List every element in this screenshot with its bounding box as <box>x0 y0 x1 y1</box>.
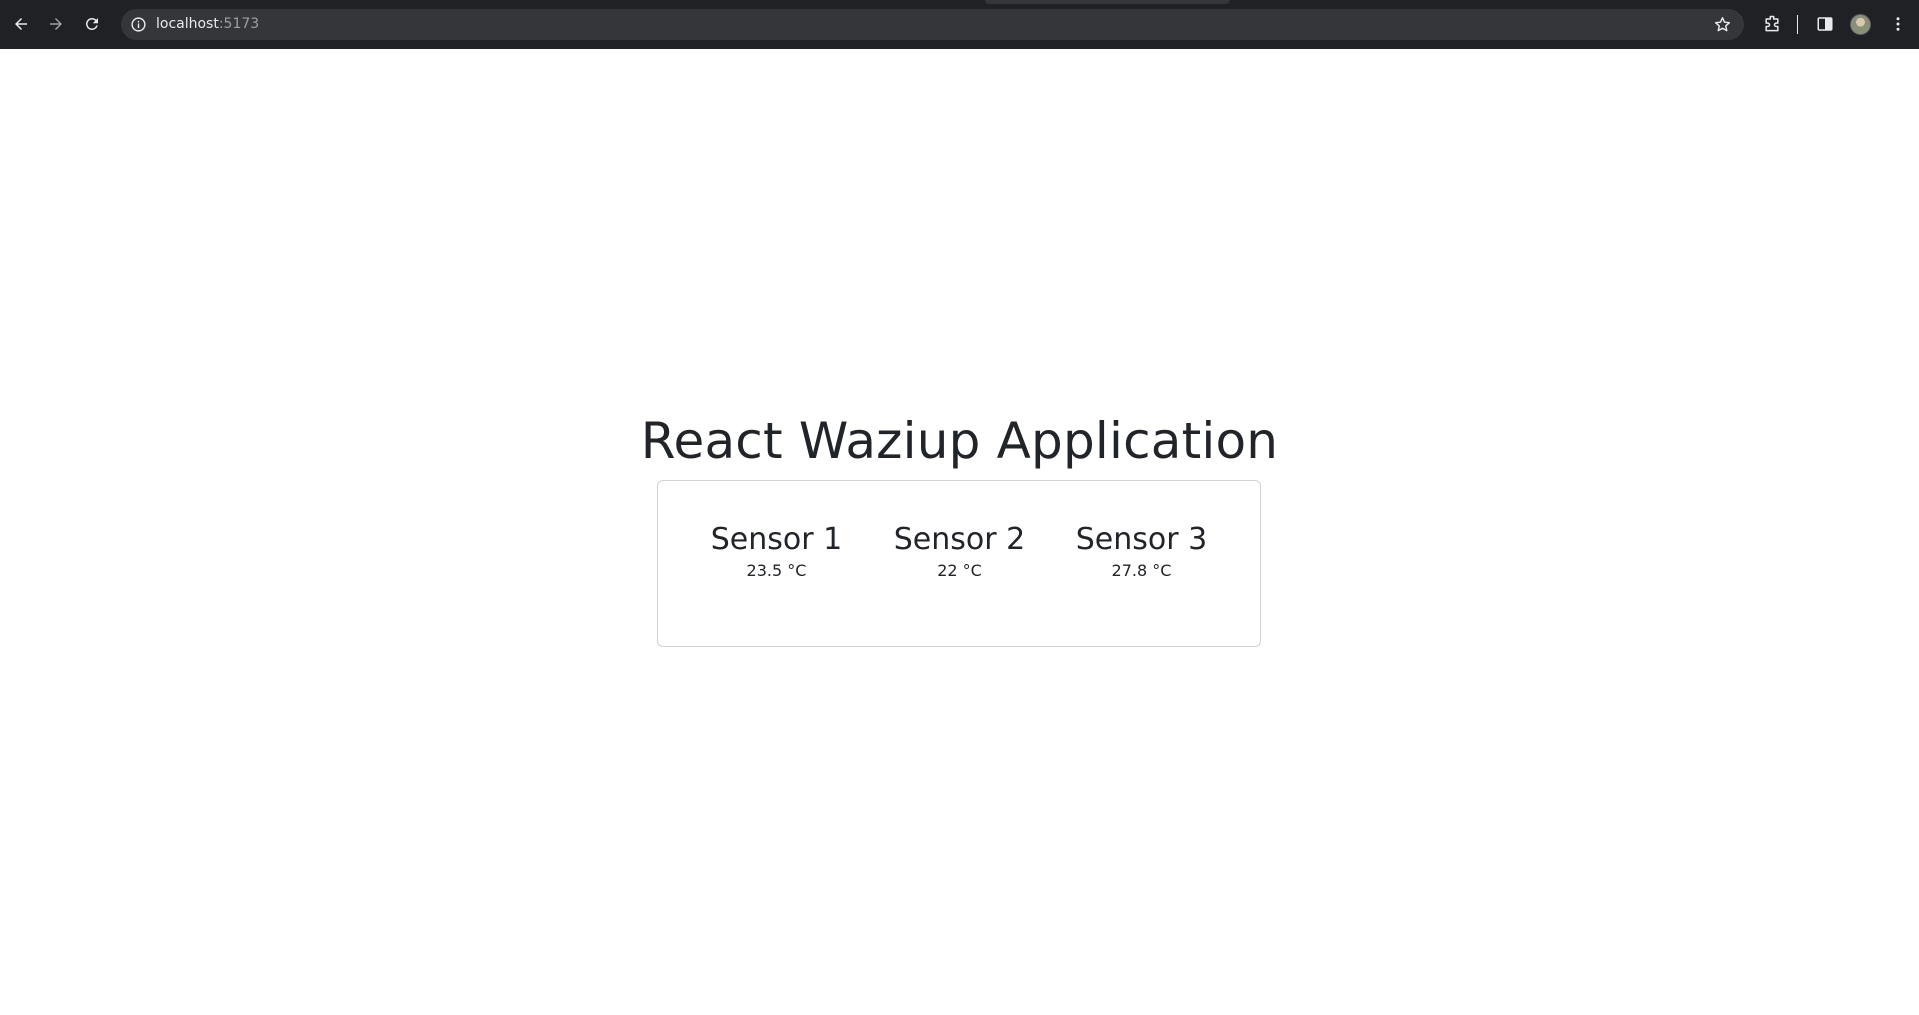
active-tab-indicator <box>985 0 1230 4</box>
kebab-menu-icon <box>1896 17 1900 31</box>
url-port: :5173 <box>218 16 260 32</box>
sensor-value: 22 °C <box>937 561 982 580</box>
forward-button[interactable] <box>44 12 68 36</box>
sensor-item: Sensor 3 27.8 °C <box>1050 521 1233 581</box>
sensor-name: Sensor 3 <box>1075 522 1208 557</box>
side-panel-button[interactable] <box>1814 13 1836 35</box>
browser-toolbar: localhost:5173 <box>0 0 1919 49</box>
sensor-value: 23.5 °C <box>746 561 807 580</box>
info-icon[interactable] <box>130 16 147 33</box>
back-button[interactable] <box>9 12 33 36</box>
extensions-button[interactable] <box>1761 13 1783 35</box>
menu-button[interactable] <box>1887 13 1909 35</box>
avatar[interactable] <box>1850 14 1871 35</box>
page-title: React Waziup Application <box>640 412 1279 470</box>
side-panel-icon <box>1817 17 1833 31</box>
sensor-name: Sensor 2 <box>893 522 1026 557</box>
reload-icon <box>85 17 98 30</box>
sensor-card: Sensor 1 23.5 °C Sensor 2 22 °C Sensor 3… <box>657 480 1261 647</box>
sensor-item: Sensor 2 22 °C <box>868 521 1051 581</box>
star-icon[interactable] <box>1713 15 1732 34</box>
url-host: localhost <box>156 16 219 32</box>
sensor-value: 27.8 °C <box>1111 561 1172 580</box>
app-root: React Waziup Application Sensor 1 23.5 °… <box>0 49 1919 1015</box>
reload-button[interactable] <box>80 12 104 36</box>
url-text[interactable]: localhost:5173 <box>156 15 259 34</box>
puzzle-icon <box>1765 15 1779 32</box>
sensor-name: Sensor 1 <box>710 522 843 557</box>
sensor-item: Sensor 1 23.5 °C <box>685 521 868 581</box>
address-bar[interactable]: localhost:5173 <box>121 9 1744 40</box>
arrow-right-icon <box>50 18 62 30</box>
arrow-left-icon <box>15 18 27 30</box>
toolbar-divider <box>1797 15 1798 34</box>
